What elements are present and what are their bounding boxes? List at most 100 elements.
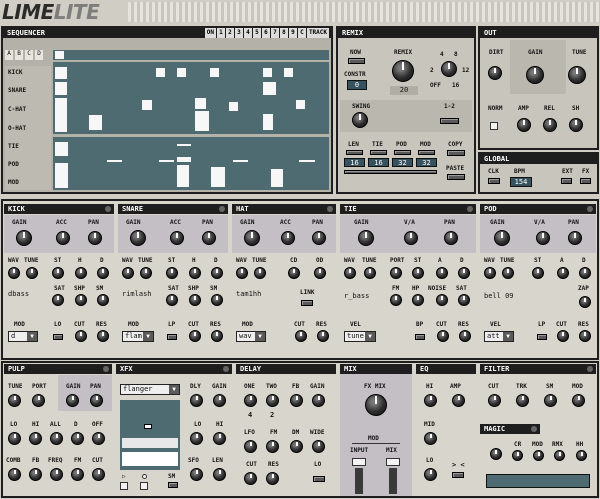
- filter-cut-knob[interactable]: [488, 394, 501, 407]
- magic-mod-knob[interactable]: [533, 450, 544, 461]
- xfx-sfo-knob[interactable]: [190, 468, 203, 481]
- pod-preset-name[interactable]: bell 09: [484, 292, 526, 302]
- xfx-xy-handle[interactable]: [144, 424, 152, 429]
- tie-preset-name[interactable]: r_bass: [344, 292, 384, 302]
- pod-step[interactable]: [177, 157, 191, 162]
- kick-st-knob[interactable]: [52, 267, 64, 279]
- pulp-d-knob[interactable]: [71, 432, 84, 445]
- paste-button[interactable]: [447, 174, 465, 180]
- delay-gain-knob[interactable]: [312, 394, 325, 407]
- now-button[interactable]: [348, 58, 365, 64]
- mod-len-button[interactable]: [418, 150, 435, 155]
- pattern-d[interactable]: D: [35, 50, 43, 60]
- tie-res-knob[interactable]: [459, 330, 471, 342]
- snare-tune-knob[interactable]: [140, 267, 152, 279]
- snare-mod-select[interactable]: flam ▼: [122, 331, 154, 342]
- constr-value[interactable]: 0: [347, 80, 367, 90]
- delay-lo-button[interactable]: [313, 476, 325, 482]
- step-cell[interactable]: [177, 68, 186, 77]
- xfx-len-knob[interactable]: [213, 468, 226, 481]
- magic-knob[interactable]: [490, 448, 502, 460]
- snare-lp-button[interactable]: [167, 334, 177, 340]
- drum-step-grid[interactable]: [53, 62, 329, 134]
- mod-step[interactable]: [271, 169, 283, 187]
- pod-step[interactable]: [233, 160, 248, 162]
- pod-va-knob[interactable]: [536, 231, 550, 245]
- kick-shp-knob[interactable]: [75, 294, 87, 306]
- magic-cr-knob[interactable]: [512, 450, 523, 461]
- step-cell[interactable]: [263, 68, 272, 77]
- pulp-tune-knob[interactable]: [8, 394, 21, 407]
- step-cell[interactable]: [142, 100, 152, 110]
- track-select-2[interactable]: 2: [225, 28, 234, 38]
- delay-fb-knob[interactable]: [290, 394, 303, 407]
- xfx-gain-knob[interactable]: [213, 394, 226, 407]
- track-button[interactable]: TRACK: [306, 28, 329, 38]
- tie-pan-knob[interactable]: [444, 231, 458, 245]
- amp-knob[interactable]: [517, 118, 531, 132]
- magic-bar[interactable]: [486, 474, 590, 488]
- mix-input-toggle[interactable]: [352, 458, 366, 466]
- xfx-dly-knob[interactable]: [190, 394, 203, 407]
- delay-fm-knob[interactable]: [266, 440, 279, 453]
- tune-knob[interactable]: [568, 66, 586, 84]
- tie-sat-knob[interactable]: [458, 294, 470, 306]
- track-select-1[interactable]: 1: [216, 28, 225, 38]
- magic-hh-knob[interactable]: [576, 450, 587, 461]
- hat-wav-knob[interactable]: [236, 267, 248, 279]
- delay-res-knob[interactable]: [266, 472, 279, 485]
- snare-pan-knob[interactable]: [202, 231, 216, 245]
- pattern-c[interactable]: C: [25, 50, 33, 60]
- snare-h-knob[interactable]: [189, 267, 201, 279]
- pulp-port-knob[interactable]: [32, 394, 45, 407]
- step-cell[interactable]: [55, 98, 67, 132]
- step-cell[interactable]: [296, 100, 305, 109]
- pod-tune-knob[interactable]: [502, 267, 514, 279]
- step-cell[interactable]: [195, 98, 206, 109]
- xfx-hi-knob[interactable]: [213, 432, 226, 445]
- tie-wav-knob[interactable]: [344, 267, 356, 279]
- track-select-5[interactable]: 5: [252, 28, 261, 38]
- pulp-comb-knob[interactable]: [8, 468, 21, 481]
- kick-d-knob[interactable]: [97, 267, 109, 279]
- input-fader[interactable]: [355, 468, 363, 494]
- mod-step[interactable]: [211, 167, 225, 187]
- swing-knob[interactable]: [352, 112, 368, 128]
- hat-cd-knob[interactable]: [288, 267, 300, 279]
- step-cell[interactable]: [55, 82, 67, 95]
- pod-vel-select[interactable]: att ▼: [484, 331, 514, 342]
- tie-vel-select[interactable]: tune ▼: [344, 331, 376, 342]
- kick-res-knob[interactable]: [97, 330, 109, 342]
- pod-a-knob[interactable]: [557, 267, 569, 279]
- pulp-cut-knob[interactable]: [92, 468, 105, 481]
- snare-res-knob[interactable]: [211, 330, 223, 342]
- hat-res-knob[interactable]: [317, 330, 329, 342]
- snare-acc-knob[interactable]: [170, 231, 184, 245]
- mix-mix-toggle[interactable]: [386, 458, 400, 466]
- xfx-toggle-2[interactable]: [140, 482, 148, 490]
- hat-gain-knob[interactable]: [244, 230, 260, 246]
- step-cell[interactable]: [195, 111, 209, 131]
- filter-mod-knob[interactable]: [572, 394, 585, 407]
- pattern-b[interactable]: B: [15, 50, 23, 60]
- remix-knob[interactable]: [392, 60, 414, 82]
- delay-lfo-knob[interactable]: [244, 440, 257, 453]
- step-cell[interactable]: [156, 68, 165, 77]
- delay-dm-knob[interactable]: [290, 440, 303, 453]
- ext-button[interactable]: [561, 178, 572, 184]
- pod-lp-button[interactable]: [537, 334, 547, 340]
- hat-od-knob[interactable]: [314, 267, 326, 279]
- hat-acc-knob[interactable]: [281, 231, 295, 245]
- kick-cut-knob[interactable]: [75, 330, 87, 342]
- norm-checkbox[interactable]: [490, 122, 498, 130]
- hat-pan-knob[interactable]: [312, 231, 326, 245]
- pulp-hi-knob[interactable]: [29, 432, 42, 445]
- pod-st-knob[interactable]: [532, 267, 544, 279]
- gain-knob[interactable]: [526, 66, 544, 84]
- pod-zap-knob[interactable]: [579, 296, 591, 308]
- tie-cut-knob[interactable]: [437, 330, 449, 342]
- xfx-toggle-1[interactable]: [120, 482, 128, 490]
- delay-cut-knob[interactable]: [244, 472, 257, 485]
- xfx-xy-pad[interactable]: [120, 400, 180, 470]
- pod-len-value[interactable]: 32: [392, 158, 413, 167]
